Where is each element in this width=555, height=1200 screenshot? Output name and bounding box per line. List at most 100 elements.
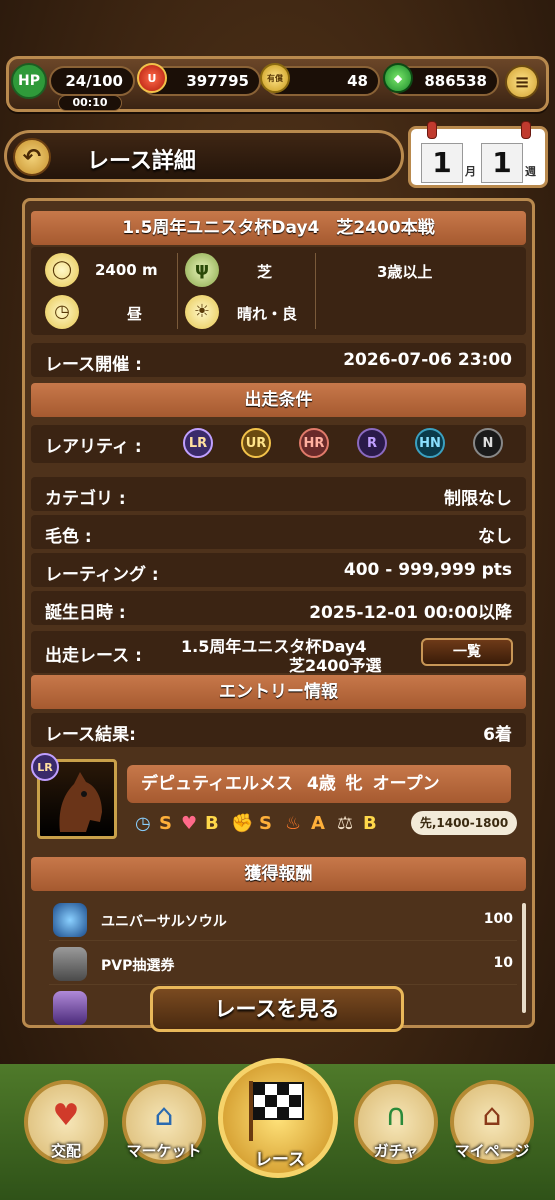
paid-gem-icon: 有償 bbox=[260, 63, 290, 93]
currency2-value: 48 bbox=[347, 72, 368, 90]
rating-value: 400 - 999,999 pts bbox=[343, 560, 512, 580]
rarity-label: レアリティ : bbox=[45, 437, 142, 457]
horse-distance: 先,1400-1800 bbox=[411, 811, 517, 835]
race-info-grid: ◯ 2400 m ψ 芝 3歳以上 ◷ 昼 ☀ 晴れ・良 bbox=[31, 247, 526, 335]
back-arrow-icon: ↶ bbox=[22, 144, 42, 170]
entry-race-row: 出走レース : 1.5周年ユニスタ杯Day4 芝2400予選 一覧 bbox=[31, 631, 526, 675]
stat-speed: S bbox=[159, 813, 172, 834]
currency3-value: 886538 bbox=[424, 72, 487, 90]
horse-age: 4歳 bbox=[306, 774, 336, 794]
race-detail-panel: 1.5周年ユニスタ杯Day4 芝2400本戦 ◯ 2400 m ψ 芝 3歳以上… bbox=[22, 198, 535, 1028]
menu-button[interactable]: ≡ bbox=[505, 65, 539, 99]
coat-row: 毛色 : なし bbox=[31, 515, 526, 549]
universal-soul-icon bbox=[53, 903, 87, 937]
calendar: 1 月 1 週 bbox=[408, 121, 548, 188]
race-weather: 晴れ・良 bbox=[237, 305, 298, 323]
paid-tag: 有償 bbox=[267, 73, 283, 83]
clock-icon: ◷ bbox=[45, 295, 79, 329]
entry-race-value2: 芝2400予選 bbox=[289, 656, 382, 675]
race-list-button[interactable]: 一覧 bbox=[421, 638, 513, 666]
coat-value: なし bbox=[478, 527, 512, 547]
house-icon: ⌂ bbox=[482, 1098, 502, 1133]
result-row: レース結果: 6着 bbox=[31, 713, 526, 747]
divider bbox=[177, 253, 178, 329]
result-label: レース結果: bbox=[45, 725, 136, 745]
stat-stamina: B bbox=[205, 813, 219, 834]
category-label: カテゴリ : bbox=[45, 489, 126, 509]
divider bbox=[315, 253, 316, 329]
pvp-ticket-icon bbox=[53, 947, 87, 981]
reward-item-icon bbox=[53, 991, 87, 1025]
track-icon: ◯ bbox=[45, 253, 79, 287]
stat-wisdom: B bbox=[363, 813, 377, 834]
speed-icon: ◷ bbox=[135, 813, 151, 834]
sun-icon: ☀ bbox=[185, 295, 219, 329]
race-age: 3歳以上 bbox=[377, 263, 433, 281]
heart-icon: ♥ bbox=[181, 813, 198, 834]
race-held-row: レース開催 : 2026-07-06 23:00 bbox=[31, 343, 526, 377]
fist-icon: ✊ bbox=[231, 813, 254, 834]
balance-icon: ⚖ bbox=[337, 813, 354, 834]
rarity-row: レアリティ : LR UR HR R HN N bbox=[31, 425, 526, 463]
reward-item: PVP抽選券 10 bbox=[49, 943, 517, 985]
rarity-ur-icon: UR bbox=[241, 428, 271, 458]
heart-horses-icon: ♥ bbox=[52, 1098, 80, 1133]
shop-icon: ⌂ bbox=[154, 1098, 174, 1133]
nav-race-label: レース bbox=[254, 1150, 306, 1170]
week-value: 1 bbox=[481, 143, 523, 183]
category-value: 制限なし bbox=[444, 489, 512, 509]
hp-timer: 00:10 bbox=[58, 95, 122, 111]
race-surface: 芝 bbox=[257, 263, 273, 281]
nav-market-label: マーケット bbox=[126, 1142, 202, 1160]
hp-counter: 24/100 bbox=[49, 66, 135, 96]
birth-row: 誕生日時 : 2025-12-01 00:00以降 bbox=[31, 591, 526, 625]
horse-name-band: デピュティエルメス 4歳 牝 オープン bbox=[127, 765, 511, 803]
checkered-flag-icon bbox=[249, 1081, 304, 1141]
stat-power: S bbox=[259, 813, 272, 834]
race-time-of-day: 昼 bbox=[127, 305, 143, 323]
nav-mypage-label: マイページ bbox=[454, 1142, 530, 1160]
week-unit: 週 bbox=[525, 165, 536, 178]
rarity-n-icon: N bbox=[473, 428, 503, 458]
hp-value: 24/100 bbox=[65, 72, 123, 90]
stat-spirit: A bbox=[311, 813, 325, 834]
race-held-value: 2026-07-06 23:00 bbox=[343, 350, 512, 370]
currency1-value: 397795 bbox=[186, 72, 249, 90]
race-name: 1.5周年ユニスタ杯Day4 芝2400本戦 bbox=[31, 211, 526, 245]
result-value: 6着 bbox=[483, 725, 512, 745]
nav-race-button[interactable]: レース bbox=[218, 1058, 338, 1178]
calendar-ring-icon bbox=[427, 121, 437, 139]
race-held-label: レース開催 : bbox=[45, 355, 142, 375]
birth-label: 誕生日時 : bbox=[45, 603, 126, 623]
rarity-r-icon: R bbox=[357, 428, 387, 458]
grass-icon: ψ bbox=[185, 253, 219, 287]
rewards-scrollbar[interactable] bbox=[522, 903, 526, 1013]
rating-row: レーティング : 400 - 999,999 pts bbox=[31, 553, 526, 587]
reward-item: ユニバーサルソウル 100 bbox=[49, 899, 517, 941]
horse-sex: 牝 bbox=[345, 774, 363, 794]
reward-name: ユニバーサルソウル bbox=[101, 914, 227, 930]
birth-value: 2025-12-01 00:00以降 bbox=[309, 603, 512, 623]
page-title: レース詳細 bbox=[87, 149, 196, 174]
rarity-hn-icon: HN bbox=[415, 428, 445, 458]
rarity-lr-icon: LR bbox=[183, 428, 213, 458]
calendar-ring-icon bbox=[521, 121, 531, 139]
watch-race-button[interactable]: レースを見る bbox=[150, 986, 404, 1032]
coat-label: 毛色 : bbox=[45, 527, 92, 547]
entry-heading: エントリー情報 bbox=[31, 675, 526, 709]
nav-breed-label: 交配 bbox=[50, 1142, 81, 1160]
status-bar: HP 24/100 00:10 397795 U 48 有償 886538 ◆ … bbox=[6, 56, 549, 112]
horse-card[interactable]: LR デピュティエルメス 4歳 牝 オープン ◷ S ♥ B ✊ S ♨ A ⚖… bbox=[31, 753, 526, 843]
horse-rarity-badge: LR bbox=[31, 753, 59, 781]
horse-name: デピュティエルメス bbox=[141, 774, 293, 794]
coin-icon: U bbox=[137, 63, 167, 93]
reward-qty: 100 bbox=[483, 911, 513, 927]
nav-gacha-label: ガチャ bbox=[373, 1142, 419, 1160]
horseshoe-icon: ∩ bbox=[385, 1098, 407, 1133]
hp-icon[interactable]: HP bbox=[11, 63, 47, 99]
rewards-heading: 獲得報酬 bbox=[31, 857, 526, 891]
title-bar: ↶ レース詳細 bbox=[4, 130, 404, 182]
rating-label: レーティング : bbox=[45, 565, 159, 585]
flame-icon: ♨ bbox=[285, 813, 302, 834]
back-button[interactable]: ↶ bbox=[13, 138, 51, 176]
